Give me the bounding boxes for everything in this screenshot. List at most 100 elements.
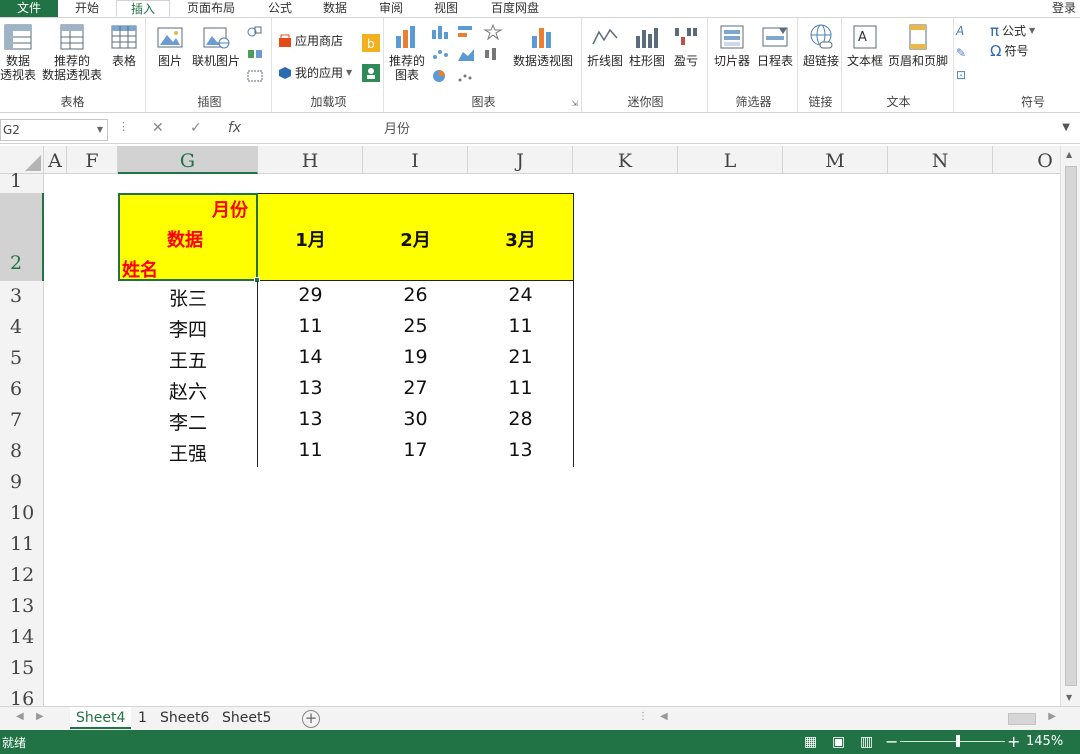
row-header-3[interactable]: 3 [0,281,44,312]
my-apps-dropdown-icon[interactable]: ▼ [346,66,352,80]
row-header-9[interactable]: 9 [0,467,44,498]
pivot-table-button[interactable]: 数据 透视表 [0,22,36,82]
scroll-up-icon[interactable]: ▲ [1066,150,1072,159]
screenshot-icon[interactable] [246,68,266,84]
header-footer-button[interactable]: 页眉和页脚 [886,22,950,68]
shapes-icon[interactable] [246,24,266,40]
sheet-tab-sheet4[interactable]: Sheet4 [70,707,132,729]
cell-name[interactable]: 王强 [118,439,258,466]
cell-value[interactable]: 11 [468,315,573,337]
cell-value[interactable]: 11 [258,315,363,337]
cell-value[interactable]: 27 [363,377,468,399]
sheet-tab-sheet5[interactable]: Sheet5 [216,707,277,729]
online-picture-button[interactable]: 联机图片 [188,22,244,68]
cell-value[interactable]: 29 [258,284,363,306]
name-box-dropdown-icon[interactable]: ▼ [97,120,103,140]
store-button[interactable]: 应用商店 [278,34,343,48]
object-button[interactable]: ⊡ [956,68,966,82]
column-header-g[interactable]: G [118,146,258,174]
worksheet-grid[interactable]: A F G H I J K L M N O 1 2 3 4 5 6 7 8 9 … [0,146,1060,706]
tab-split-icon[interactable]: ⋮ [638,711,648,722]
combo-chart-icon[interactable] [456,68,478,84]
cell-value[interactable]: 13 [258,408,363,430]
bing-maps-icon[interactable]: b [362,34,380,52]
login-link[interactable]: 登录 [1052,0,1076,16]
tab-baidu-netdisk[interactable]: 百度网盘 [478,0,552,17]
scatter-chart-icon[interactable] [430,46,452,62]
bar-chart-icon[interactable] [456,24,478,40]
sheet-tab-1[interactable]: 1 [132,707,153,729]
vertical-scrollbar[interactable]: ▲ ▼ [1060,146,1080,706]
row-header-1[interactable]: 1 [0,172,44,193]
people-graph-icon[interactable] [362,64,380,82]
hierarchy-chart-icon[interactable] [482,24,504,40]
header-month-3[interactable]: 3月 [468,226,573,252]
recommended-charts-button[interactable]: 推荐的 图表 [386,22,428,82]
row-header-5[interactable]: 5 [0,343,44,374]
row-header-16[interactable]: 16 [0,684,44,706]
vertical-scroll-thumb[interactable] [1065,166,1077,686]
tab-formulas[interactable]: 公式 [256,0,304,17]
cell-value[interactable]: 21 [468,346,573,368]
header-month-1[interactable]: 1月 [258,226,363,252]
column-header-k[interactable]: K [573,146,678,174]
zoom-out-icon[interactable]: − [885,732,898,751]
cell-value[interactable]: 13 [258,377,363,399]
tab-data[interactable]: 数据 [310,0,360,17]
scroll-right-icon[interactable]: ▶ [1048,711,1056,722]
insert-function-icon[interactable]: fx [228,120,241,136]
tab-view[interactable]: 视图 [420,0,472,17]
sparkline-winloss-button[interactable]: 盈亏 [668,22,704,68]
sheet-nav-next-icon[interactable]: ▶ [36,711,44,722]
formula-input[interactable]: 月份 [256,119,1056,141]
column-header-i[interactable]: I [363,146,468,174]
row-header-13[interactable]: 13 [0,591,44,622]
scroll-left-icon[interactable]: ◀ [660,711,668,722]
column-chart-icon[interactable] [430,24,452,40]
zoom-in-icon[interactable]: + [1007,732,1020,751]
zoom-level[interactable]: 145% [1026,734,1063,749]
horizontal-scroll-thumb[interactable] [1008,713,1036,725]
name-box[interactable]: G2 ▼ [0,119,108,141]
wordart-button[interactable]: A [956,24,964,38]
column-header-h[interactable]: H [258,146,363,174]
pivot-chart-button[interactable]: 数据透视图 [508,22,578,68]
row-header-11[interactable]: 11 [0,529,44,560]
area-chart-icon[interactable] [456,46,478,62]
cell-name[interactable]: 李四 [118,315,258,342]
active-cell-g2[interactable] [118,193,260,283]
zoom-slider[interactable] [900,741,1005,742]
smartart-icon[interactable] [246,46,266,62]
tab-insert[interactable]: 插入 [116,0,170,17]
pie-chart-icon[interactable] [430,68,452,84]
tab-page-layout[interactable]: 页面布局 [174,0,248,17]
cell-value[interactable]: 13 [468,439,573,461]
timeline-button[interactable]: 日程表 [754,22,796,68]
sheet-nav-prev-icon[interactable]: ◀ [16,711,24,722]
tab-home[interactable]: 开始 [62,0,112,17]
recommended-pivot-button[interactable]: 推荐的 数据透视表 [38,22,106,82]
cell-name[interactable]: 赵六 [118,377,258,404]
column-header-l[interactable]: L [678,146,783,174]
textbox-button[interactable]: A 文本框 [844,22,886,68]
sparkline-column-button[interactable]: 柱形图 [626,22,668,68]
header-month-2[interactable]: 2月 [363,226,468,252]
column-header-o[interactable]: O [993,146,1060,174]
sheet-tab-sheet6[interactable]: Sheet6 [154,707,215,729]
row-header-15[interactable]: 15 [0,653,44,684]
column-header-j[interactable]: J [468,146,573,174]
select-all-button[interactable] [0,146,44,174]
sparkline-line-button[interactable]: 折线图 [584,22,626,68]
row-header-4[interactable]: 4 [0,312,44,343]
column-header-n[interactable]: N [888,146,993,174]
add-sheet-button[interactable]: + [302,710,320,728]
symbol-button[interactable]: Ω 符号 [990,44,1028,59]
enter-icon[interactable]: ✓ [190,120,202,136]
stat-chart-icon[interactable] [482,46,504,62]
row-header-14[interactable]: 14 [0,622,44,653]
cancel-icon[interactable]: ✕ [152,120,164,136]
horizontal-scrollbar[interactable]: ◀ ▶ [660,711,1056,725]
tab-review[interactable]: 审阅 [366,0,416,17]
cell-value[interactable]: 26 [363,284,468,306]
slicer-button[interactable]: 切片器 [710,22,754,68]
